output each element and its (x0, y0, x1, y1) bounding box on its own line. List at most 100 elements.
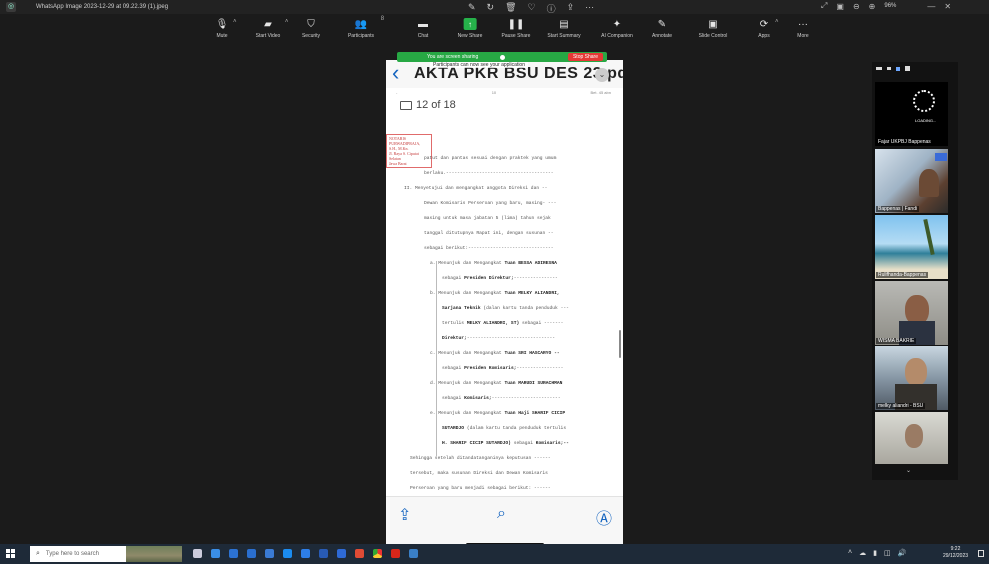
zoom-out-icon[interactable]: ⊖ (853, 2, 860, 11)
store-icon[interactable] (247, 549, 256, 558)
chevron-up-icon[interactable]: ˄ (775, 19, 779, 25)
panel-view-controls (876, 66, 910, 71)
back-icon[interactable]: ‹ (392, 62, 399, 84)
favorite-icon[interactable]: ♡ (528, 2, 536, 15)
scrollbar-thumb[interactable] (619, 330, 621, 358)
pages-icon (400, 100, 412, 110)
powerpoint-icon[interactable] (355, 549, 364, 558)
volume-icon[interactable]: 🔊 (898, 549, 907, 557)
taskbar-clock[interactable]: 9:22 29/12/2023 (943, 546, 968, 560)
participants-button[interactable]: 👥 Participants 8 (348, 16, 384, 39)
page-indicator[interactable]: 12 of 18 (400, 99, 456, 111)
participant-tile[interactable]: Rulifhanda-Bappenas (875, 215, 948, 279)
participant-tile[interactable]: WISMA BAKRIE (875, 281, 948, 345)
new-share-button[interactable]: ↑ New Share (458, 18, 482, 39)
appointment-b-role: Direktur;-------------------------------… (442, 336, 556, 341)
slide-icon: ▣ (708, 18, 718, 30)
delete-icon[interactable]: 🗑 (505, 2, 516, 15)
zoom-in-icon[interactable]: ⊕ (869, 2, 876, 11)
chevron-up-icon[interactable]: ˄ (848, 549, 852, 557)
search-icon[interactable]: ⌕ (497, 505, 506, 523)
edit-icon[interactable]: ✎ (468, 2, 476, 15)
notifications-icon[interactable] (978, 550, 984, 557)
window-title: WhatsApp Image 2023-12-29 at 09.22.39 (1… (36, 4, 169, 10)
speaker-view-icon[interactable] (896, 66, 900, 71)
gallery-view-icon[interactable] (905, 66, 910, 71)
info-icon[interactable]: ⓘ (547, 2, 556, 15)
mute-button[interactable]: 🎙 Mute ˄ (216, 18, 237, 40)
appointment-e-name3: H. SHARIF CICIP SUTARDJO) sebagai Komisa… (442, 441, 569, 446)
ai-companion-button[interactable]: ✦ AI Companion (601, 18, 633, 40)
more-icon[interactable]: ··· (585, 2, 594, 15)
task-view-icon[interactable] (193, 549, 202, 558)
summary-icon: ▤ (559, 18, 569, 30)
doc-line: Perseroan yang baru menjadi sebagai beri… (410, 486, 551, 491)
zoom-icon[interactable] (283, 549, 292, 558)
doc-line: II. Menyetujui dan mengangkat anggota Di… (404, 186, 548, 191)
taskbar-search[interactable]: ⌕ Type here to search (30, 546, 126, 562)
system-tray: ˄ ☁ ▮ ◫ 🔊 (848, 549, 906, 557)
chat-icon: ▬ (418, 18, 428, 30)
appointment-b-written: tertulis MELKY ALIANDRI, ST) sebagai ---… (442, 321, 564, 326)
participant-tile[interactable] (875, 412, 948, 464)
zoom-meeting-icon[interactable] (301, 549, 310, 558)
chevron-up-icon[interactable]: ˄ (285, 19, 289, 25)
acrobat-icon[interactable] (391, 549, 400, 558)
explorer-icon[interactable] (409, 549, 418, 558)
appointment-d-role: sebagai Komisaris;----------------------… (442, 396, 561, 401)
chevron-down-icon[interactable]: ⌄ (595, 68, 609, 82)
apps-button[interactable]: ⟳ Apps ˄ (758, 18, 778, 40)
app-icon[interactable] (337, 549, 346, 558)
apps-icon: ⟳ (759, 18, 769, 30)
appointment-e: e. Menunjuk dan Mengangkat Tuan Haji SHA… (430, 411, 566, 416)
markup-icon[interactable]: Ⓐ (596, 505, 612, 529)
single-view-icon[interactable] (887, 67, 891, 70)
participant-tile[interactable]: Bappenas | Fandi (875, 149, 948, 213)
close-icon[interactable]: ✕ (944, 2, 951, 11)
pause-share-button[interactable]: ❚❚ Pause Share (502, 18, 531, 40)
chevron-up-icon[interactable]: ˄ (233, 19, 237, 25)
sparkle-icon: ✦ (612, 18, 622, 30)
share-tooltip: Participants can now see your applicatio… (430, 62, 528, 68)
chrome-icon[interactable] (373, 549, 382, 558)
security-button[interactable]: ⛉ Security (302, 18, 320, 40)
window-title-bar: ◎ WhatsApp Image 2023-12-29 at 09.22.39 … (0, 0, 989, 14)
expand-icon[interactable]: ⤢ (821, 1, 827, 11)
photos-icon[interactable] (265, 549, 274, 558)
minimize-icon[interactable]: — (927, 2, 935, 11)
chat-button[interactable]: ▬ Chat (417, 18, 430, 40)
mail-icon[interactable] (229, 549, 238, 558)
share-icon[interactable]: ⇪ (567, 2, 575, 15)
doc-line: tersebut, maka susunan Direksi dan Dewan… (410, 471, 548, 476)
word-icon[interactable] (319, 549, 328, 558)
shield-icon: ⛉ (307, 18, 315, 30)
start-video-button[interactable]: ▰ Start Video ˄ (256, 18, 289, 40)
participant-video (919, 169, 939, 197)
appointment-b: b. Menunjuk dan Mengangkat Tuan MELKY AL… (430, 291, 560, 296)
more-button[interactable]: ··· More (797, 18, 810, 40)
screen-share-banner: You are screen sharing Stop Share (397, 52, 607, 62)
pdf-footer-toolbar: ⇪ ⌕ Ⓐ (386, 496, 623, 551)
participant-tile[interactable]: melky aliandri - BSU (875, 346, 948, 410)
fit-icon[interactable]: ▣ (836, 2, 844, 11)
participant-tile[interactable]: LOADING... Fajar UKPBJ Bappenas (875, 82, 948, 146)
annotate-button[interactable]: ✎ Annotate (652, 18, 672, 40)
more-icon: ··· (798, 18, 808, 30)
battery-icon[interactable]: ▮ (873, 549, 877, 557)
doc-line: masing untuk masa jabatan 5 (lima) tahun… (424, 216, 551, 221)
doc-line: berlaku.--------------------------------… (424, 171, 554, 176)
share-icon[interactable]: ⇪ (398, 505, 411, 525)
chevron-down-icon[interactable]: ⌄ (906, 467, 911, 474)
slide-control-button[interactable]: ▣ Slide Control (699, 18, 728, 40)
minimize-panel-icon[interactable] (876, 67, 882, 70)
windows-start-icon[interactable] (6, 549, 15, 558)
loading-text: LOADING... (915, 118, 937, 123)
stop-share-button[interactable]: Stop Share (567, 53, 603, 61)
participants-icon: 👥 (354, 18, 368, 30)
onedrive-icon[interactable]: ☁ (859, 549, 866, 557)
rotate-icon[interactable]: ↻ (487, 2, 495, 15)
network-icon[interactable]: ◫ (884, 549, 891, 557)
start-summary-button[interactable]: ▤ Start Summary (547, 18, 580, 40)
search-highlight-image[interactable] (126, 546, 182, 562)
edge-icon[interactable] (211, 549, 220, 558)
